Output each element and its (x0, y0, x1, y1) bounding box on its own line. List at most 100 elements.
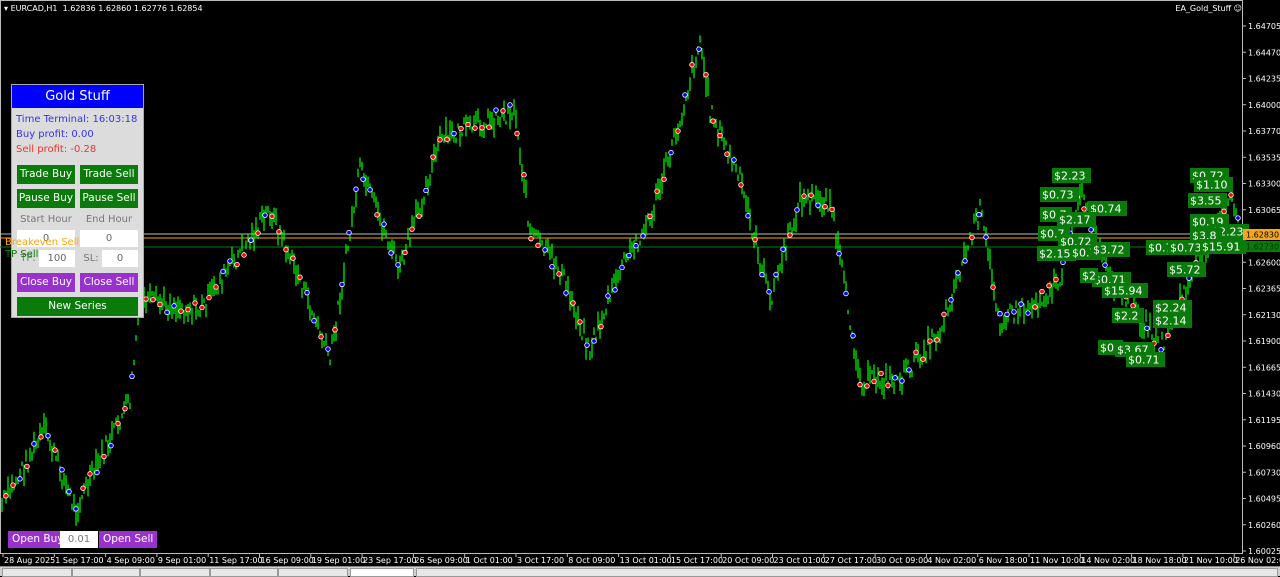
time-tick-label: 23 Oct 01:00 (774, 556, 826, 565)
breakeven-sell-label: Breakeven Sell (5, 237, 80, 248)
trade-marker (283, 246, 289, 253)
time-tick-label: 23 Sep 17:00 (363, 556, 416, 565)
trade-marker (1004, 311, 1010, 318)
trade-marker (878, 370, 884, 377)
open-sell-button[interactable]: Open Sell (99, 531, 158, 548)
trade-marker (990, 284, 996, 290)
bid-price-label: 1.62830 (1246, 231, 1279, 240)
buy-profit: Buy profit: 0.00 (16, 129, 94, 140)
trade-marker (395, 262, 401, 268)
trade-marker (500, 108, 506, 114)
time-tick-label: 13 Oct 01:00 (620, 556, 672, 565)
trade-marker (164, 309, 170, 316)
close-sell-button[interactable]: Close Sell (80, 273, 138, 292)
trade-marker (836, 250, 842, 257)
price-tick-label: 1.64705 (1248, 22, 1280, 31)
symbol: EURCAD,H1 (10, 4, 58, 13)
trade-marker (367, 187, 373, 193)
chart-header: ▾ EURCAD,H1 1.62836 1.62860 1.62776 1.62… (4, 4, 203, 13)
trade-marker (437, 137, 443, 143)
pause-sell-button[interactable]: Pause Sell (80, 189, 138, 208)
ea-name[interactable]: EA_Gold_Stuff ☺ (1175, 4, 1242, 13)
panel-title: Gold Stuff (12, 85, 143, 108)
tp-input[interactable]: 100 (39, 250, 75, 267)
trade-marker (913, 349, 919, 356)
profit-label: $2.23 (1054, 170, 1086, 183)
price-tick-label: 1.61665 (1248, 363, 1280, 372)
trade-marker (157, 301, 163, 308)
new-series-button[interactable]: New Series (17, 297, 138, 316)
trade-marker (773, 271, 779, 278)
trade-marker (556, 271, 562, 277)
trade-marker (906, 367, 912, 373)
trade-marker (1102, 262, 1108, 268)
trade-marker (101, 453, 107, 460)
trade-marker (311, 318, 317, 324)
close-buy-button[interactable]: Close Buy (17, 273, 75, 292)
trade-marker (451, 130, 457, 137)
price-tick-label: 1.61900 (1248, 337, 1280, 346)
trade-marker (409, 226, 415, 232)
time-tick-label: 1 Sep 17:00 (55, 556, 103, 565)
trade-marker (696, 46, 702, 52)
trade-marker (185, 306, 191, 313)
ea-name-label: EA_Gold_Stuff (1175, 4, 1232, 13)
time-tick-label: 18 Nov 18:00 (1133, 556, 1187, 565)
trade-marker (339, 281, 345, 288)
profit-label: $2.24 (1155, 302, 1187, 315)
trade-marker (479, 125, 485, 131)
price-chart[interactable]: 1.64705 1.64470 1.64235 1.64000 1.63770 1.635… (0, 0, 1280, 566)
trade-sell-button[interactable]: Trade Sell (80, 165, 138, 184)
trade-marker (150, 296, 156, 303)
price-tick-label: 1.61430 (1248, 390, 1280, 399)
trade-marker (766, 289, 772, 295)
trade-marker (927, 338, 933, 344)
trade-marker (976, 211, 982, 218)
profit-label: $15.91 (1202, 241, 1241, 254)
trade-marker (864, 383, 870, 389)
trade-marker (535, 242, 541, 249)
trade-marker (430, 154, 436, 160)
profit-label: $0.73 (1170, 242, 1202, 255)
trade-marker (675, 128, 681, 134)
trade-marker (304, 289, 310, 296)
profit-label: $3.55 (1190, 195, 1222, 208)
sell-profit: Sell profit: -0.28 (16, 144, 97, 155)
trade-marker (703, 71, 709, 78)
trade-marker (724, 151, 730, 157)
start-hour-label: Start Hour (20, 214, 72, 225)
price-tick-label: 1.61195 (1248, 416, 1280, 425)
pause-buy-button[interactable]: Pause Buy (17, 189, 75, 208)
profit-label: $0. (1100, 342, 1118, 355)
trade-marker (269, 213, 275, 219)
trade-marker (738, 182, 744, 188)
trade-marker (234, 261, 240, 268)
trade-marker (969, 234, 975, 241)
end-hour-input[interactable]: 0 (80, 230, 138, 247)
trade-marker (829, 206, 835, 213)
trade-marker (1144, 325, 1150, 331)
time-tick-label: 11 Sep 17:00 (209, 556, 262, 565)
profit-label: $15.94 (1104, 285, 1143, 298)
trade-marker (45, 433, 51, 439)
trade-marker (542, 247, 548, 253)
trade-buy-button[interactable]: Trade Buy (17, 165, 75, 184)
trade-marker (1039, 288, 1045, 295)
time-tick-label: 1 Oct 01:00 (466, 556, 513, 565)
trade-marker (73, 506, 79, 512)
time-tick-label: 6 Nov 18:00 (979, 556, 1028, 565)
sl-input[interactable]: 0 (102, 250, 138, 267)
trade-marker (297, 274, 303, 280)
trade-marker (1046, 282, 1052, 289)
trade-marker (528, 235, 534, 242)
trade-marker (570, 300, 576, 306)
profit-label: $5.72 (1169, 264, 1201, 277)
trade-marker (255, 230, 261, 236)
time-tick-label: 19 Sep 01:00 (312, 556, 365, 565)
trade-marker (472, 125, 478, 131)
time-tick-label: 16 Sep 09:00 (261, 556, 314, 565)
tp-sell-label: TP Sell (5, 249, 39, 260)
trade-marker (108, 442, 114, 449)
lot-size-input[interactable]: 0.01 (60, 531, 98, 548)
open-buy-button[interactable]: Open Buy (8, 531, 68, 548)
